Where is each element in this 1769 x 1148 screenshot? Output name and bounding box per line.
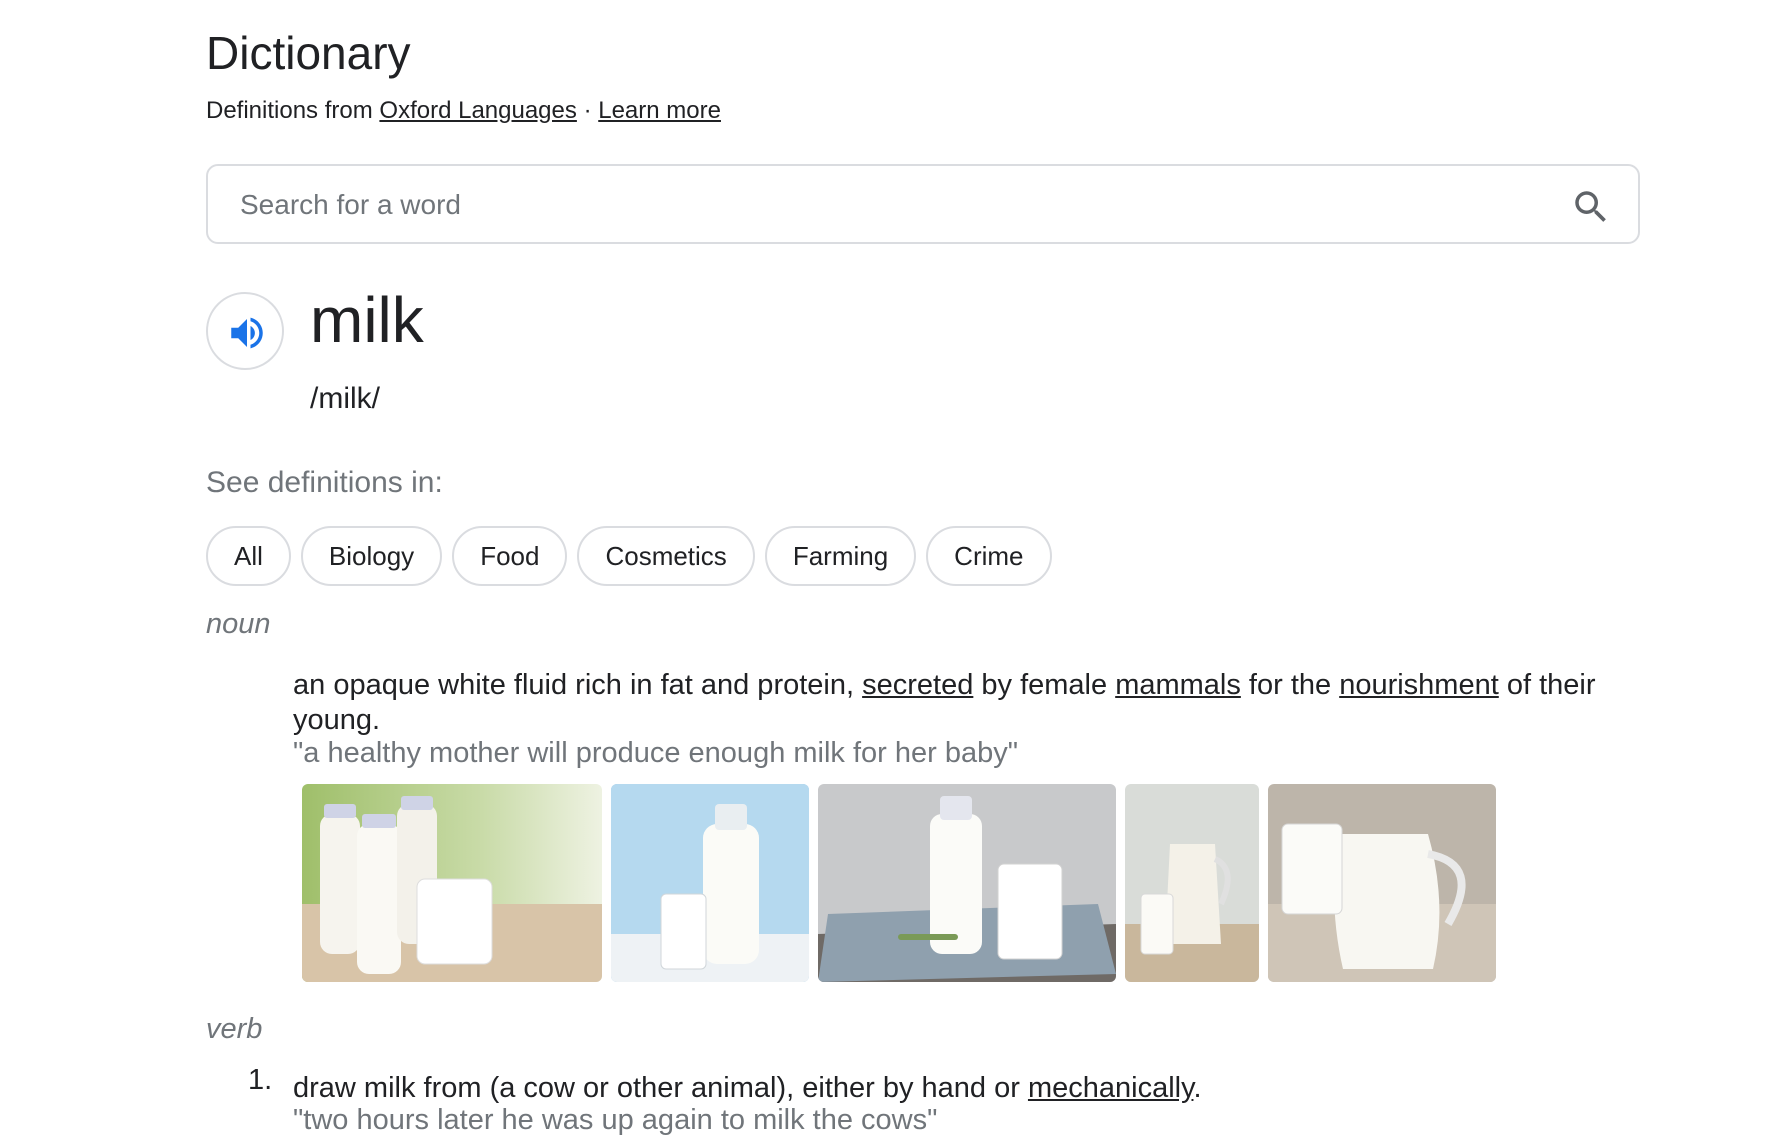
secreted-link[interactable]: secreted bbox=[862, 669, 973, 701]
verb-example: "two hours later he was up again to milk… bbox=[293, 1104, 938, 1136]
pronunciation-button[interactable] bbox=[206, 292, 284, 370]
milk-bottle-napkin-image[interactable] bbox=[818, 784, 1116, 982]
nourishment-link[interactable]: nourishment bbox=[1339, 669, 1499, 701]
oxford-languages-link[interactable]: Oxford Languages bbox=[379, 97, 576, 124]
verb-definition: draw milk from (a cow or other animal), … bbox=[293, 1071, 1633, 1106]
chip-farming[interactable]: Farming bbox=[764, 526, 917, 586]
chip-food[interactable]: Food bbox=[452, 526, 568, 586]
speaker-icon bbox=[231, 317, 263, 349]
milk-bottles-image[interactable] bbox=[302, 784, 602, 982]
headword: milk bbox=[310, 284, 424, 356]
search-input[interactable] bbox=[238, 184, 1542, 226]
source-prefix: Definitions from bbox=[206, 97, 373, 124]
mammals-link[interactable]: mammals bbox=[1115, 669, 1241, 701]
search-box bbox=[206, 164, 1640, 244]
definitions-source: Definitions from Oxford Languages · Lear… bbox=[206, 97, 721, 125]
noun-definition: an opaque white fluid rich in fat and pr… bbox=[293, 668, 1633, 738]
see-definitions-label: See definitions in: bbox=[206, 466, 443, 499]
part-of-speech-noun: noun bbox=[206, 608, 271, 640]
chip-biology[interactable]: Biology bbox=[300, 526, 443, 586]
chip-all[interactable]: All bbox=[206, 526, 291, 586]
noun-example: "a healthy mother will produce enough mi… bbox=[293, 737, 1019, 769]
source-separator: · bbox=[583, 97, 592, 124]
definition-text: for the bbox=[1240, 669, 1340, 701]
definition-text: draw milk from (a cow or other animal), … bbox=[293, 1072, 1028, 1104]
part-of-speech-verb: verb bbox=[206, 1013, 263, 1045]
milk-bottle-glass-image[interactable] bbox=[611, 784, 809, 982]
mechanically-link[interactable]: mechanically bbox=[1028, 1072, 1193, 1104]
milk-pitcher-image[interactable] bbox=[1268, 784, 1496, 982]
page-title: Dictionary bbox=[206, 27, 411, 79]
milk-jug-glass-image[interactable] bbox=[1125, 784, 1259, 982]
definition-text: an opaque white fluid rich in fat and pr… bbox=[293, 669, 863, 701]
domain-chips: All Biology Food Cosmetics Farming Crime bbox=[206, 526, 1062, 586]
search-icon[interactable] bbox=[1570, 186, 1612, 228]
phonetic-spelling: /milk/ bbox=[310, 382, 380, 415]
sense-number: 1. bbox=[248, 1064, 273, 1096]
definition-text: . bbox=[1193, 1072, 1202, 1104]
image-strip bbox=[302, 784, 1505, 982]
chip-cosmetics[interactable]: Cosmetics bbox=[577, 526, 755, 586]
learn-more-link[interactable]: Learn more bbox=[598, 97, 721, 124]
chip-crime[interactable]: Crime bbox=[926, 526, 1052, 586]
definition-text: by female bbox=[973, 669, 1116, 701]
